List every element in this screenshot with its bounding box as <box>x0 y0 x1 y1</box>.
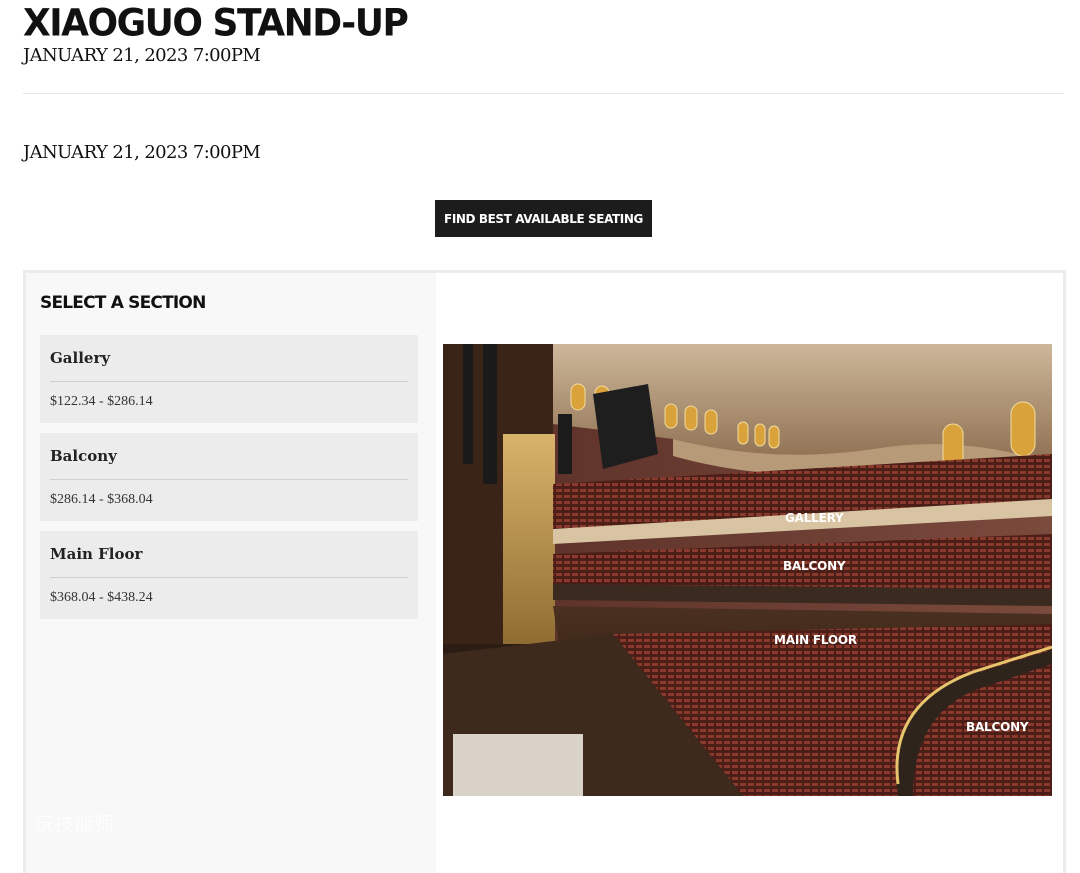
section-divider <box>50 479 408 480</box>
event-date-header: JANUARY 21, 2023 7:00PM <box>23 45 261 66</box>
select-section-heading: SELECT A SECTION <box>40 293 206 313</box>
seat-selection-panel: SELECT A SECTION Gallery $122.34 - $286.… <box>23 270 1066 873</box>
map-label-balcony-side[interactable]: BALCONY <box>966 720 1029 734</box>
section-price-range: $286.14 - $368.04 <box>50 492 153 507</box>
event-title: XIAOGUO STAND-UP <box>23 2 409 46</box>
section-card-gallery[interactable]: Gallery $122.34 - $286.14 <box>40 335 418 423</box>
section-divider <box>50 381 408 382</box>
header-divider <box>23 93 1064 94</box>
section-divider <box>50 577 408 578</box>
venue-illustration: GALLERY BALCONY MAIN FLOOR BALCONY <box>443 344 1052 796</box>
map-label-balcony[interactable]: BALCONY <box>783 559 846 573</box>
event-date: JANUARY 21, 2023 7:00PM <box>23 142 261 163</box>
map-label-gallery[interactable]: GALLERY <box>785 511 844 525</box>
watermark-text: 玩技能师 <box>34 812 114 836</box>
section-list: SELECT A SECTION Gallery $122.34 - $286.… <box>26 273 436 873</box>
section-name: Main Floor <box>50 545 143 563</box>
section-card-balcony[interactable]: Balcony $286.14 - $368.04 <box>40 433 418 521</box>
map-label-main-floor[interactable]: MAIN FLOOR <box>774 633 857 647</box>
section-name: Balcony <box>50 447 117 465</box>
section-name: Gallery <box>50 349 111 367</box>
section-price-range: $368.04 - $438.24 <box>50 590 153 605</box>
venue-seating-map[interactable]: GALLERY BALCONY MAIN FLOOR BALCONY <box>443 344 1052 796</box>
section-card-main-floor[interactable]: Main Floor $368.04 - $438.24 <box>40 531 418 619</box>
find-best-seating-button[interactable]: FIND BEST AVAILABLE SEATING <box>435 200 652 237</box>
section-price-range: $122.34 - $286.14 <box>50 394 153 409</box>
